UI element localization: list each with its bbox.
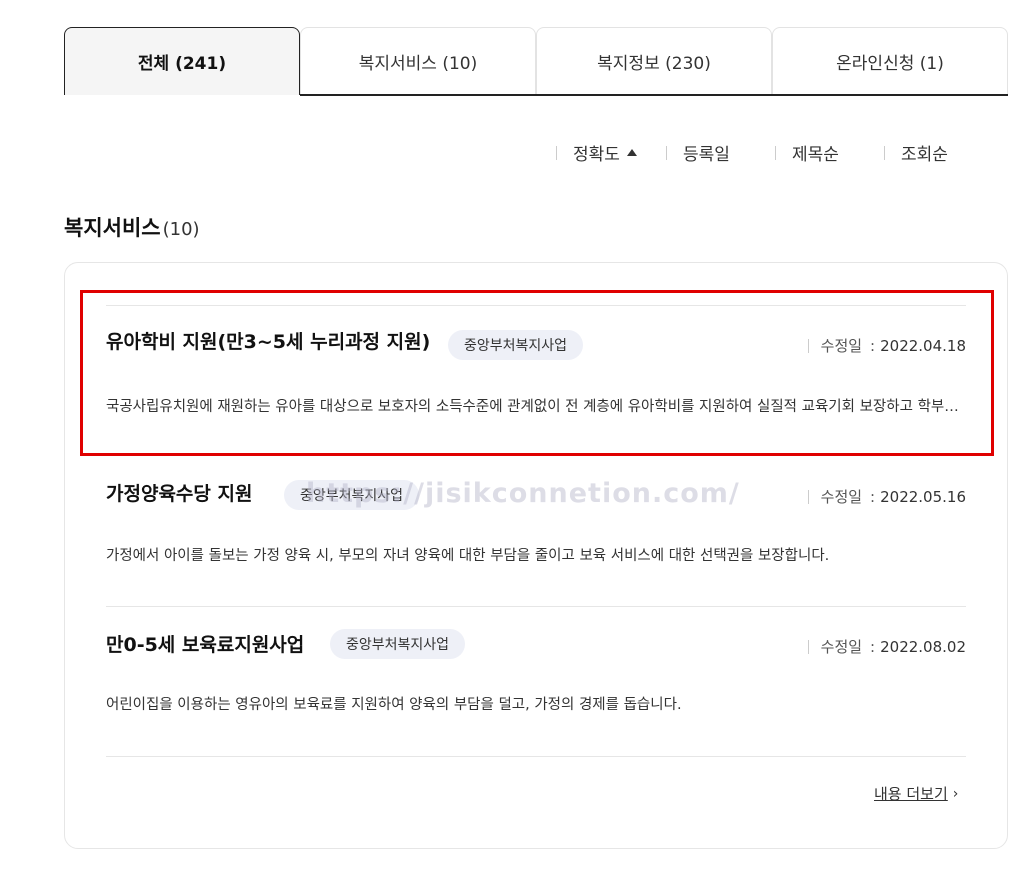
- date-value: 2022.08.02: [880, 637, 966, 656]
- divider: [807, 639, 809, 654]
- category-badge: 중앙부처복지사업: [284, 480, 420, 510]
- section-count: (10): [162, 219, 200, 240]
- tab-all-label: 전체 (241): [137, 54, 227, 74]
- tab-welfare-info[interactable]: 복지정보 (230): [536, 27, 772, 95]
- category-tabs: 전체 (241) 복지서비스 (10) 복지정보 (230) 온라인신청 (1): [64, 27, 1008, 95]
- section-title: 복지서비스 (10): [64, 212, 200, 242]
- sort-registered-label: 등록일: [683, 145, 730, 165]
- sort-accuracy-label: 정확도: [573, 145, 620, 165]
- more-link[interactable]: 내용 더보기 ›: [874, 783, 958, 804]
- item-title[interactable]: 만0-5세 보육료지원사업: [106, 630, 304, 657]
- item-description: 가정에서 아이를 돌보는 가정 양육 시, 부모의 자녀 양육에 대한 부담을 …: [106, 548, 830, 564]
- date-value: 2022.05.16: [880, 487, 966, 506]
- chevron-right-icon: ›: [952, 785, 959, 802]
- divider: [556, 145, 557, 160]
- list-item[interactable]: 가정양육수당 지원 중앙부처복지사업 수정일 : 2022.05.16 가정에서…: [106, 456, 966, 606]
- date-label: 수정일: [820, 638, 863, 656]
- date-separator: :: [870, 637, 876, 656]
- sort-title-label: 제목순: [792, 145, 839, 165]
- modified-date: 수정일 : 2022.05.16: [807, 486, 966, 507]
- modified-date: 수정일 : 2022.08.02: [807, 636, 966, 657]
- tab-welfare-services[interactable]: 복지서비스 (10): [300, 27, 536, 95]
- sort-views-label: 조회순: [901, 145, 948, 165]
- date-separator: :: [870, 487, 876, 506]
- item-description: 어린이집을 이용하는 영유아의 보육료를 지원하여 양육의 부담을 덜고, 가정…: [106, 697, 682, 713]
- tab-online-application-label: 온라인신청 (1): [836, 54, 944, 74]
- list-item[interactable]: 만0-5세 보육료지원사업 중앙부처복지사업 수정일 : 2022.08.02 …: [106, 606, 966, 757]
- divider: [775, 145, 776, 160]
- sort-accuracy[interactable]: 정확도: [556, 140, 637, 165]
- tab-online-application[interactable]: 온라인신청 (1): [772, 27, 1008, 95]
- divider: [807, 489, 809, 504]
- tab-all[interactable]: 전체 (241): [64, 27, 300, 95]
- sort-registered[interactable]: 등록일: [666, 140, 730, 165]
- divider: [884, 145, 885, 160]
- item-divider: [106, 606, 966, 607]
- item-title[interactable]: 가정양육수당 지원: [106, 479, 252, 506]
- category-badge: 중앙부처복지사업: [330, 629, 466, 659]
- item-divider: [106, 756, 966, 757]
- more-link-label: 내용 더보기: [874, 785, 948, 803]
- sort-title[interactable]: 제목순: [775, 140, 839, 165]
- sort-views[interactable]: 조회순: [884, 140, 948, 165]
- tab-welfare-services-label: 복지서비스 (10): [358, 54, 478, 74]
- highlight-box: [80, 290, 994, 456]
- divider: [666, 145, 667, 160]
- tab-welfare-info-label: 복지정보 (230): [597, 54, 711, 74]
- date-label: 수정일: [820, 488, 863, 506]
- section-title-text: 복지서비스: [64, 216, 161, 240]
- tab-underline: [300, 94, 1008, 96]
- caret-up-icon: [626, 149, 637, 156]
